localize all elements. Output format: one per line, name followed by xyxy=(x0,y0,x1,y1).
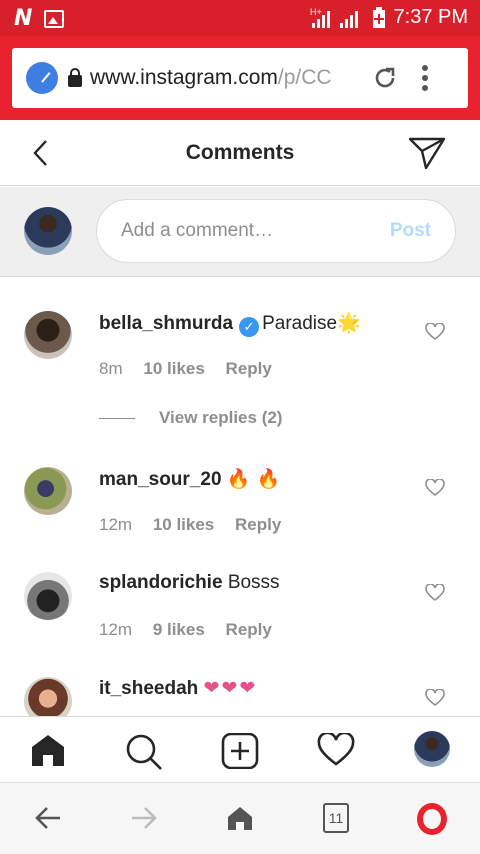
comment-age: 12m xyxy=(99,620,133,639)
comment-likes[interactable]: 10 likes xyxy=(143,359,204,378)
signal-icon: H+ xyxy=(310,7,358,28)
reply-button[interactable]: Reply xyxy=(235,515,281,534)
user-avatar[interactable] xyxy=(24,677,72,716)
home-icon[interactable] xyxy=(226,805,254,831)
direct-send-icon[interactable] xyxy=(408,136,446,170)
url-text[interactable]: www.instagram.com/p/CC xyxy=(90,66,360,90)
back-arrow-icon[interactable] xyxy=(34,805,62,831)
user-avatar[interactable] xyxy=(24,572,72,620)
comments-header: Comments xyxy=(0,120,480,186)
browser-toolbar: www.instagram.com/p/CC xyxy=(0,36,480,120)
new-post-icon[interactable] xyxy=(221,733,259,769)
battery-icon xyxy=(372,6,385,28)
comment-text: it_sheedah ❤❤❤ xyxy=(99,677,257,700)
post-button[interactable]: Post xyxy=(390,220,431,242)
comment-placeholder[interactable]: Add a comment… xyxy=(121,220,390,242)
comment-username[interactable]: man_sour_20 xyxy=(99,469,222,490)
comment-meta: 12m 9 likes Reply xyxy=(99,620,288,640)
like-heart-icon[interactable] xyxy=(425,689,445,707)
comment-likes[interactable]: 9 likes xyxy=(153,620,205,639)
view-replies-button[interactable]: View replies (2) xyxy=(99,408,282,428)
tabs-icon[interactable]: 11 xyxy=(323,803,349,833)
instagram-tab-bar xyxy=(0,716,480,782)
comment-text: man_sour_20 🔥 🔥 xyxy=(99,467,280,491)
comment-username[interactable]: it_sheedah xyxy=(99,678,198,699)
comment-age: 12m xyxy=(99,515,133,534)
comment-username[interactable]: bella_shmurda xyxy=(99,313,233,334)
status-bar: N H+ 7:37 PM xyxy=(0,0,480,36)
my-avatar xyxy=(24,207,72,255)
hearts-emoji: ❤❤❤ xyxy=(203,677,258,699)
profile-avatar[interactable] xyxy=(414,731,450,767)
image-notification-icon xyxy=(44,9,65,28)
svg-text:H+: H+ xyxy=(310,7,322,17)
user-avatar[interactable] xyxy=(24,311,72,359)
comment-text: splandorichie Bosss xyxy=(99,572,280,594)
comment-text: bella_shmurda ✓ Paradise🌟 xyxy=(99,311,361,337)
reload-icon[interactable] xyxy=(372,65,398,91)
speed-dial-icon[interactable] xyxy=(26,62,58,94)
like-heart-icon[interactable] xyxy=(425,323,445,341)
verified-badge-icon: ✓ xyxy=(239,317,260,337)
comment-meta: 12m 10 likes Reply xyxy=(99,515,297,535)
activity-heart-icon[interactable] xyxy=(317,733,355,767)
comment-age: 8m xyxy=(99,359,123,378)
comment-composer: Add a comment… Post xyxy=(0,187,480,277)
reply-button[interactable]: Reply xyxy=(226,620,272,639)
star-emoji: 🌟 xyxy=(337,312,361,334)
lock-icon xyxy=(68,68,82,87)
comment-input[interactable]: Add a comment… Post xyxy=(96,199,456,263)
view-replies-label[interactable]: View replies (2) xyxy=(159,408,282,428)
replies-divider xyxy=(99,417,135,419)
comment-body: Bosss xyxy=(227,572,280,593)
like-heart-icon[interactable] xyxy=(425,479,445,497)
like-heart-icon[interactable] xyxy=(425,584,445,602)
reply-button[interactable]: Reply xyxy=(226,359,272,378)
user-avatar[interactable] xyxy=(24,467,72,515)
comment-item: it_sheedah ❤❤❤ xyxy=(0,677,480,716)
home-icon[interactable] xyxy=(30,733,66,767)
n-notification-icon: N xyxy=(14,6,33,31)
comment-username[interactable]: splandorichie xyxy=(99,572,223,593)
forward-arrow-icon[interactable] xyxy=(130,805,158,831)
comment-body: Paradise xyxy=(262,313,338,334)
browser-bottom-bar: 11 xyxy=(0,782,480,854)
overflow-menu-icon[interactable] xyxy=(422,65,428,91)
status-time: 7:37 PM xyxy=(393,6,468,28)
fire-emoji: 🔥 🔥 xyxy=(226,468,281,490)
search-icon[interactable] xyxy=(125,733,163,771)
comment-likes[interactable]: 10 likes xyxy=(153,515,214,534)
opera-icon[interactable] xyxy=(417,803,447,835)
address-bar[interactable]: www.instagram.com/p/CC xyxy=(12,48,468,108)
comment-meta: 8m 10 likes Reply xyxy=(99,359,288,379)
